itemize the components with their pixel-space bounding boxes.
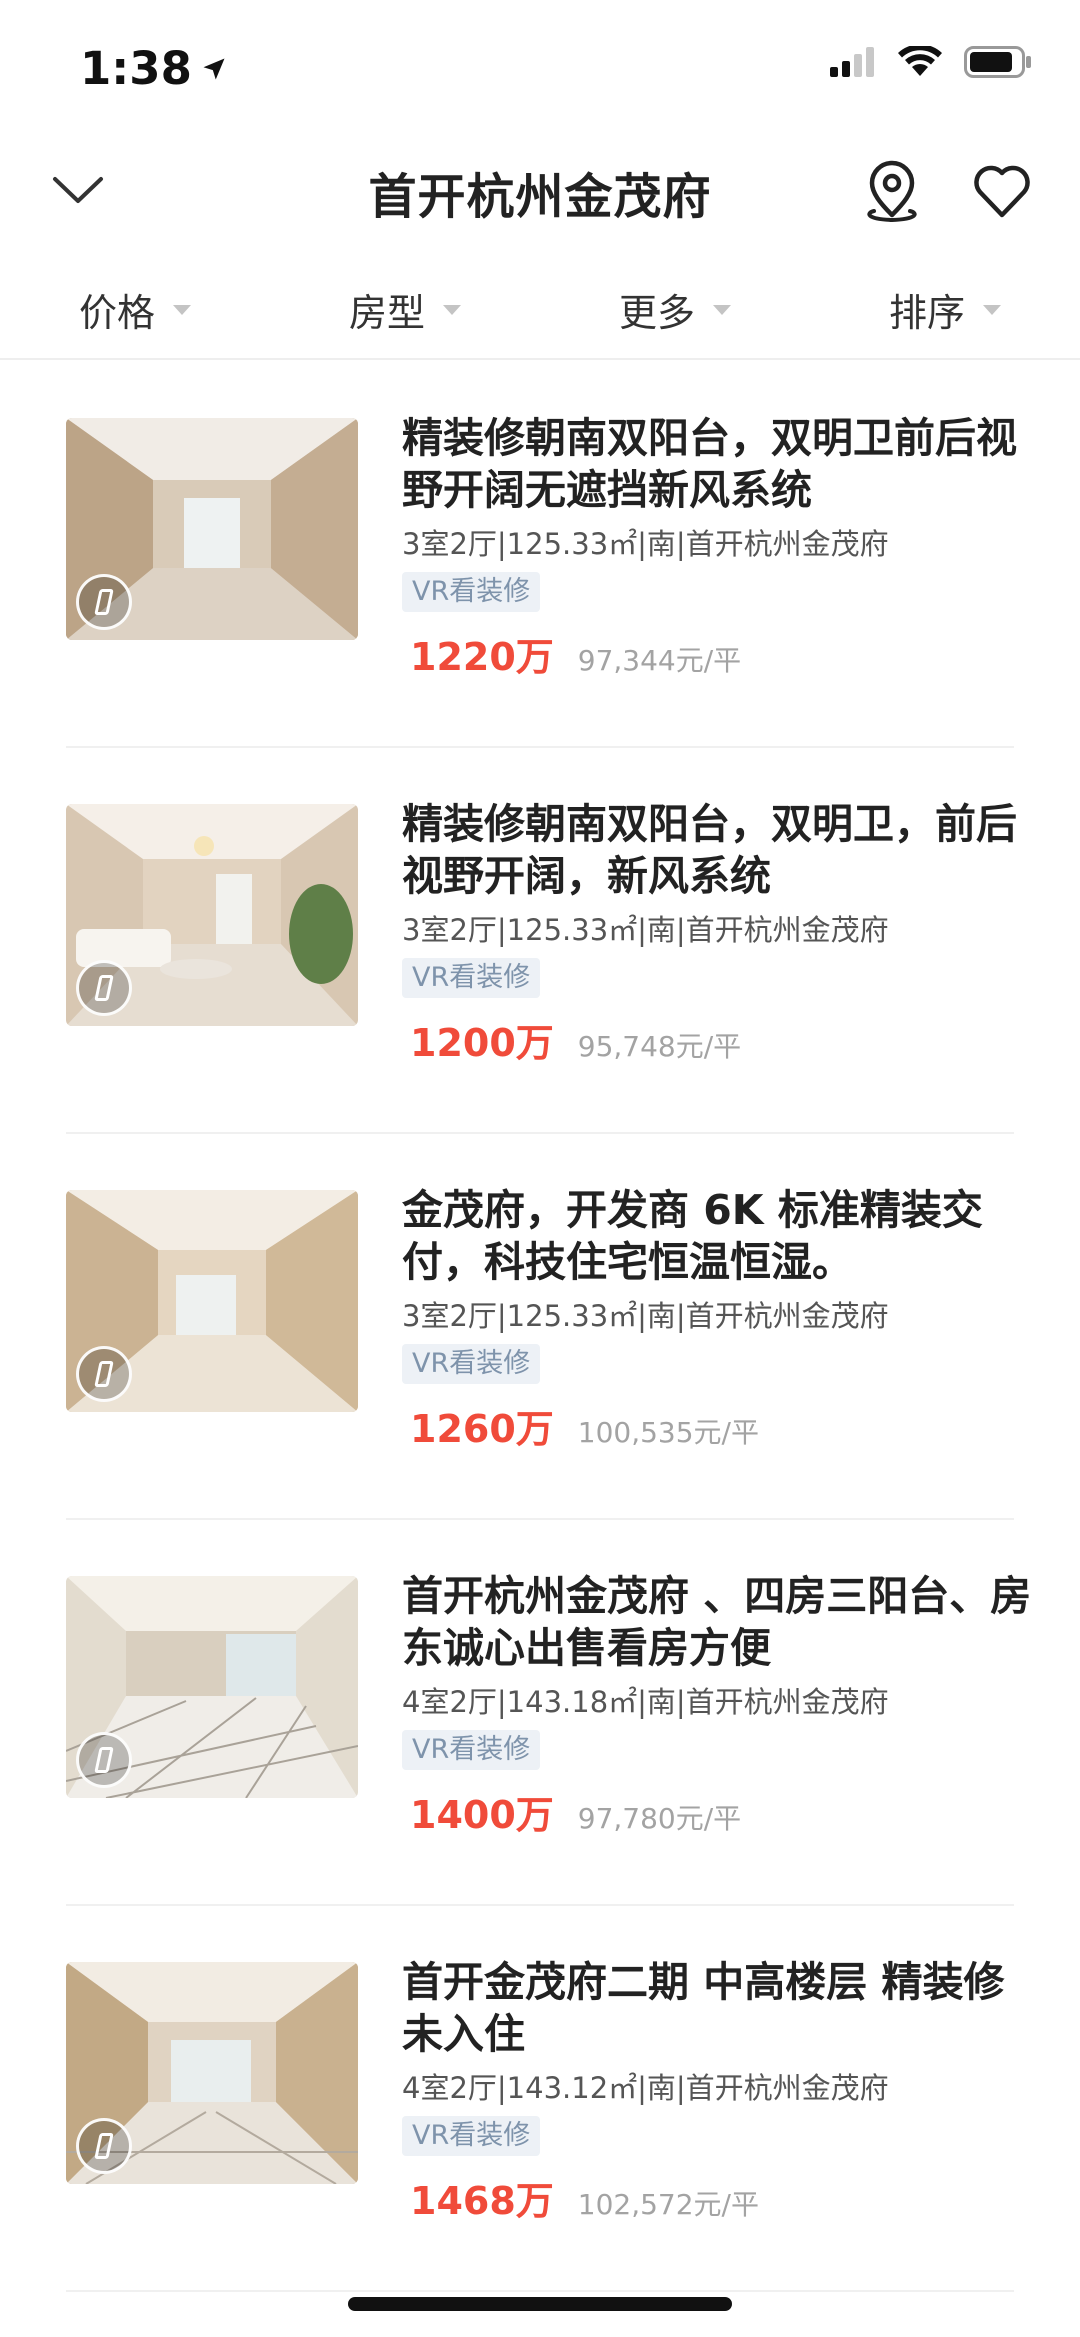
price-row: 1200万 95,748元/平	[402, 1012, 1042, 1067]
filter-more[interactable]: 更多	[540, 260, 810, 358]
nav-header: 首开杭州金茂府	[0, 135, 1080, 245]
battery-icon	[964, 46, 1031, 78]
price-row: 1400万 97,780元/平	[402, 1784, 1042, 1839]
listing-info: 首开杭州金茂府 、四房三阳台、房东诚心出售看房方便 4室2厅|143.18㎡|南…	[402, 1570, 1042, 1839]
unit-price: 102,572元/平	[577, 2188, 759, 2221]
vr-badge-icon	[76, 1732, 132, 1788]
listing-meta: 4室2厅|143.12㎡|南|首开杭州金茂府	[402, 2071, 889, 2105]
location-arrow-icon	[203, 58, 225, 79]
listing-photo	[66, 1576, 358, 1798]
filter-bar: 价格 房型 更多 排序	[0, 260, 1080, 360]
listing-card[interactable]: 精装修朝南双阳台，双明卫前后视野开阔无遮挡新风系统 3室2厅|125.33㎡|南…	[0, 362, 1080, 748]
listing-info: 精装修朝南双阳台，双明卫，前后视野开阔，新风系统 3室2厅|125.33㎡|南|…	[402, 798, 1042, 1067]
filter-price[interactable]: 价格	[0, 260, 270, 358]
listing-meta: 3室2厅|125.33㎡|南|首开杭州金茂府	[402, 913, 889, 947]
vr-tag: VR看装修	[402, 1344, 541, 1384]
time-label: 1:38	[80, 42, 192, 95]
unit-price: 95,748元/平	[577, 1030, 742, 1063]
listing-meta: 4室2厅|143.18㎡|南|首开杭州金茂府	[402, 1685, 889, 1719]
price-row: 1260万 100,535元/平	[402, 1398, 1042, 1453]
listing-photo	[66, 804, 358, 1026]
listing-card[interactable]: 金茂府，开发商 6K 标准精装交付，科技住宅恒温恒湿。 3室2厅|125.33㎡…	[0, 1134, 1080, 1520]
home-indicator[interactable]	[348, 2297, 732, 2311]
cellular-signal-icon	[830, 47, 874, 77]
filter-label: 排序	[888, 290, 965, 335]
vr-tag: VR看装修	[402, 572, 541, 612]
map-location-button[interactable]	[862, 159, 922, 223]
screen: 1:38 首开杭州金茂府 价格 房型 更多 排序 精装修朝南双阳台，双明卫前后视…	[0, 0, 1080, 2337]
listing-meta: 3室2厅|125.33㎡|南|首开杭州金茂府	[402, 527, 889, 561]
map-pin-icon	[867, 160, 917, 223]
unit-price: 100,535元/平	[577, 1416, 759, 1449]
filter-label: 价格	[78, 290, 155, 335]
unit-price: 97,344元/平	[577, 644, 742, 677]
total-price: 1468万	[410, 2179, 554, 2223]
price-row: 1468万 102,572元/平	[402, 2170, 1042, 2225]
listing-title: 金茂府，开发商 6K 标准精装交付，科技住宅恒温恒湿。	[402, 1186, 983, 1286]
listing-info: 首开金茂府二期 中高楼层 精装修 未入住 4室2厅|143.12㎡|南|首开杭州…	[402, 1956, 1042, 2225]
listing-info: 精装修朝南双阳台，双明卫前后视野开阔无遮挡新风系统 3室2厅|125.33㎡|南…	[402, 412, 1042, 681]
vr-badge-icon	[76, 960, 132, 1016]
caret-down-icon	[983, 305, 1001, 315]
listing-title: 精装修朝南双阳台，双明卫前后视野开阔无遮挡新风系统	[402, 414, 1017, 514]
total-price: 1200万	[410, 1021, 554, 1065]
vr-tag: VR看装修	[402, 958, 541, 998]
total-price: 1260万	[410, 1407, 554, 1451]
listing-card[interactable]: 首开杭州金茂府 、四房三阳台、房东诚心出售看房方便 4室2厅|143.18㎡|南…	[0, 1520, 1080, 1906]
vr-badge-icon	[76, 1346, 132, 1402]
caret-down-icon	[173, 305, 191, 315]
total-price: 1400万	[410, 1793, 554, 1837]
filter-label: 更多	[618, 290, 695, 335]
unit-price: 97,780元/平	[577, 1802, 742, 1835]
filter-sort[interactable]: 排序	[810, 260, 1080, 358]
caret-down-icon	[443, 305, 461, 315]
divider	[66, 2290, 1014, 2292]
listing-list: 精装修朝南双阳台，双明卫前后视野开阔无遮挡新风系统 3室2厅|125.33㎡|南…	[0, 362, 1080, 2292]
vr-tag: VR看装修	[402, 1730, 541, 1770]
vr-badge-icon	[76, 574, 132, 630]
listing-title: 精装修朝南双阳台，双明卫，前后视野开阔，新风系统	[402, 800, 1017, 900]
vr-badge-icon	[76, 2118, 132, 2174]
listing-info: 金茂府，开发商 6K 标准精装交付，科技住宅恒温恒湿。 3室2厅|125.33㎡…	[402, 1184, 1042, 1453]
listing-card[interactable]: 精装修朝南双阳台，双明卫，前后视野开阔，新风系统 3室2厅|125.33㎡|南|…	[0, 748, 1080, 1134]
caret-down-icon	[713, 305, 731, 315]
total-price: 1220万	[410, 635, 554, 679]
listing-meta: 3室2厅|125.33㎡|南|首开杭州金茂府	[402, 1299, 889, 1333]
filter-label: 房型	[348, 290, 425, 335]
listing-title: 首开杭州金茂府 、四房三阳台、房东诚心出售看房方便	[402, 1572, 1032, 1672]
filter-layout[interactable]: 房型	[270, 260, 540, 358]
status-time: 1:38	[80, 42, 228, 95]
listing-title: 首开金茂府二期 中高楼层 精装修 未入住	[402, 1958, 1005, 2058]
listing-card[interactable]: 首开金茂府二期 中高楼层 精装修 未入住 4室2厅|143.12㎡|南|首开杭州…	[0, 1906, 1080, 2292]
status-bar: 1:38	[0, 0, 1080, 135]
heart-icon	[974, 165, 1030, 218]
status-icons	[830, 46, 1032, 78]
listing-photo	[66, 418, 358, 640]
price-row: 1220万 97,344元/平	[402, 626, 1042, 681]
favorite-button[interactable]	[970, 159, 1034, 223]
listing-photo	[66, 1190, 358, 1412]
vr-tag: VR看装修	[402, 2116, 541, 2156]
wifi-icon	[898, 46, 942, 76]
listing-photo	[66, 1962, 358, 2184]
